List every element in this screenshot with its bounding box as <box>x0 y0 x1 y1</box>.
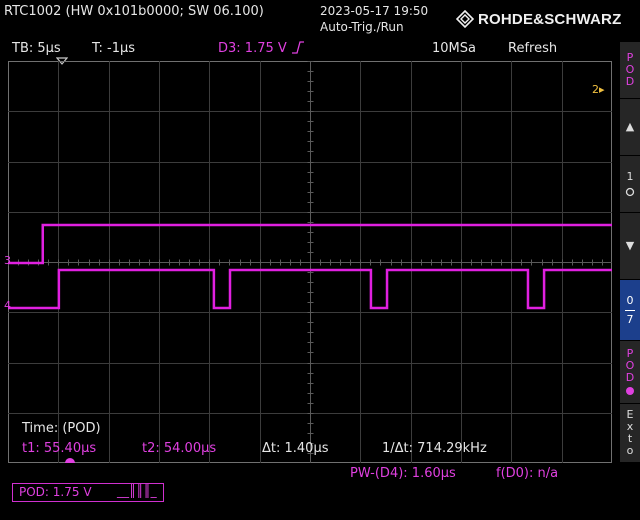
scroll-down-button[interactable]: ▼ <box>620 213 640 280</box>
exit-letter-o: o <box>626 444 634 457</box>
cursor-time-title: Time: (POD) <box>22 421 101 436</box>
rising-edge-icon <box>291 41 304 54</box>
pod-bottom-letter-d: D <box>625 371 635 384</box>
range-divider <box>625 309 635 311</box>
marker-2-label: 2▸ <box>592 83 605 96</box>
bit-range-bottom: 7 <box>626 312 634 326</box>
exit-button[interactable]: E x t o <box>620 404 640 463</box>
trigger-source[interactable]: D3: 1.75 V <box>218 41 305 56</box>
device-title: RTC1002 (HW 0x101b0000; SW 06.100) <box>4 4 264 19</box>
run-state: Auto-Trig./Run <box>320 20 404 34</box>
cursor-t2: t2: 54.00µs <box>142 441 217 456</box>
toggle-circle-icon <box>625 187 635 197</box>
timebase-setting[interactable]: TB: 5µs <box>12 41 61 56</box>
down-arrow-icon: ▼ <box>625 239 635 252</box>
status-row: TB: 5µs T: -1µs D3: 1.75 V 10MSa Refresh <box>0 40 620 58</box>
brand-logo: ROHDE&SCHWARZ <box>456 8 621 30</box>
scroll-up-button[interactable]: ▲ <box>620 99 640 156</box>
rohde-schwarz-diamond-icon <box>456 10 474 28</box>
cursor-marker-icon[interactable] <box>64 456 76 464</box>
channel-3-label: 3 <box>4 254 11 267</box>
frequency-measurement[interactable]: f(D0): n/a <box>496 466 558 481</box>
channel-1-button[interactable]: 1 <box>620 156 640 213</box>
pod-level: POD: 1.75 V <box>19 485 92 499</box>
cursor-t1: t1: 55.40µs <box>22 441 97 456</box>
pod-top-button[interactable]: P O D <box>620 42 640 99</box>
waveform-display[interactable] <box>8 61 612 463</box>
trigger-offset[interactable]: T: -1µs <box>92 41 135 56</box>
pod-threshold-box[interactable]: POD: 1.75 V __║║║_ <box>12 483 164 502</box>
pod-top-letter-d: D <box>625 75 635 88</box>
pod-bottom-button[interactable]: P O D <box>620 341 640 404</box>
brand-name: ROHDE&SCHWARZ <box>478 10 622 28</box>
pod-bits: __║║║_ <box>117 484 157 498</box>
channel-4-label: 4 <box>4 299 11 312</box>
pod-active-dot-icon <box>626 387 634 395</box>
bit-range-top: 0 <box>626 293 634 307</box>
bit-range-button[interactable]: 0 7 <box>620 280 640 341</box>
top-bar: RTC1002 (HW 0x101b0000; SW 06.100) 2023-… <box>0 0 640 40</box>
acquisition-mode[interactable]: Refresh <box>508 41 557 56</box>
cursor-delta-t: Δt: 1.40µs <box>262 441 329 456</box>
date-time: 2023-05-17 19:50 <box>320 4 429 18</box>
pulse-width-measurement[interactable]: PW-(D4): 1.60µs <box>350 466 456 481</box>
graticule <box>8 61 612 463</box>
sample-rate: 10MSa <box>432 41 476 56</box>
channel-1-label: 1 <box>626 170 634 183</box>
trigger-source-label: D3: 1.75 V <box>218 41 287 56</box>
up-arrow-icon: ▲ <box>625 120 635 133</box>
side-menu: P O D ▲ 1 ▼ 0 7 P O D E x t o <box>620 42 640 463</box>
cursor-inverse-delta-t: 1/Δt: 714.29kHz <box>382 441 487 456</box>
